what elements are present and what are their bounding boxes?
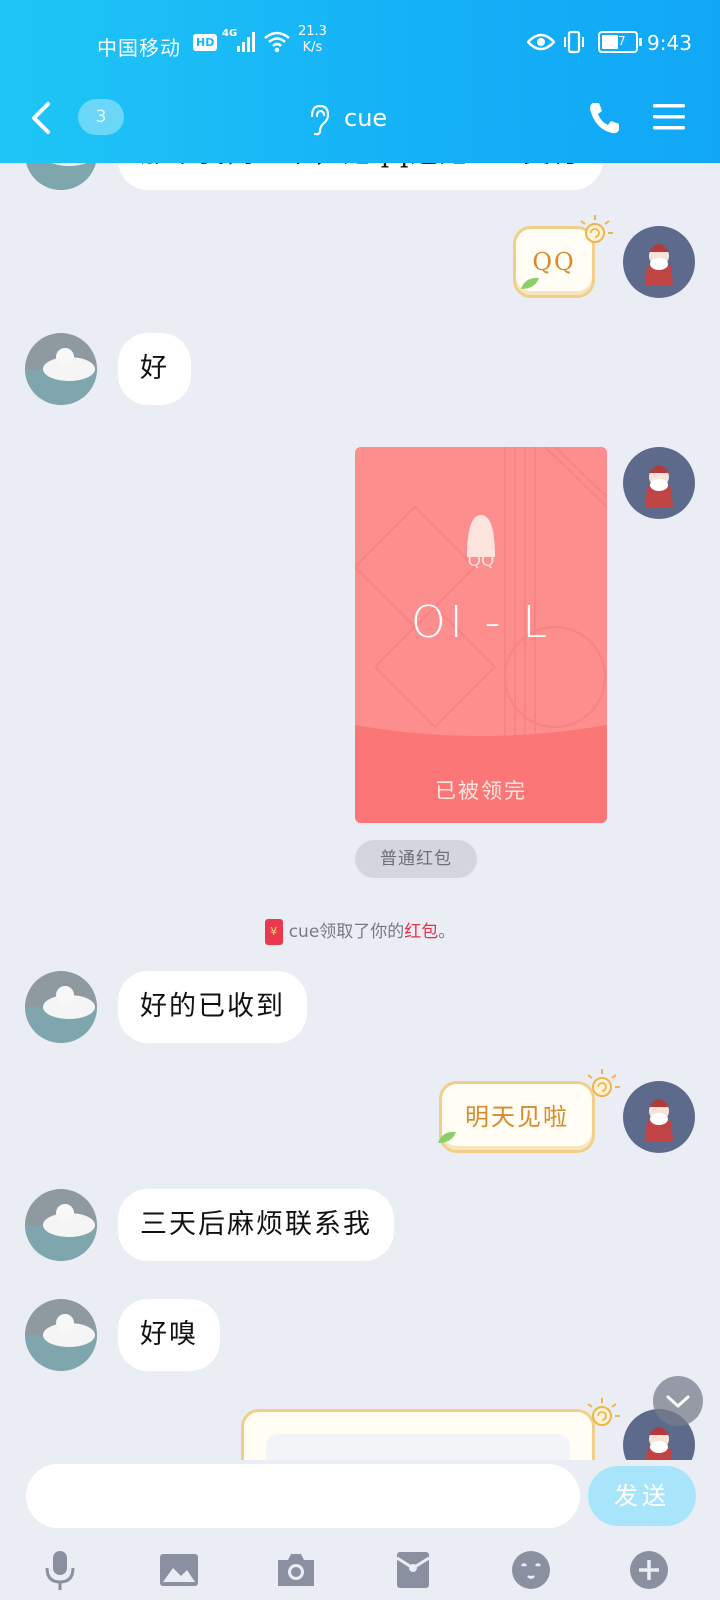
contact-avatar[interactable] [25,1299,97,1371]
system-message: ¥ cue领取了你的红包。 [0,917,720,945]
cat-avatar-image [25,1299,97,1371]
phone-icon[interactable] [587,100,621,136]
red-packet-icon[interactable] [391,1548,435,1592]
cat-avatar-image [25,971,97,1043]
battery-nub [639,38,642,46]
message-input[interactable] [26,1464,580,1528]
cat-avatar-image [25,1189,97,1261]
contact-avatar[interactable] [25,1189,97,1261]
network-type: 4G [222,28,238,39]
input-bar: 发送 [0,1460,720,1600]
carrier-name: 中国移动 [97,36,181,60]
chat-title: cue [344,104,388,132]
cat-avatar-image [25,333,97,405]
my-avatar[interactable] [623,1081,695,1153]
message-bubble-received[interactable]: 好 [118,333,191,405]
message-bubble-received[interactable]: 三天后麻烦联系我 [118,1189,394,1261]
message-bubble-received[interactable]: 好嗅 [118,1299,220,1371]
my-avatar[interactable] [623,447,695,519]
chevron-left-icon[interactable] [26,98,56,138]
chat-header: 中国移动 HD 4G 21.3 K/s 47 9:43 3 cue [0,0,720,163]
santa-avatar-image [623,226,695,298]
red-packet-link[interactable]: 红包 [404,922,438,942]
sun-decoration-icon [587,1069,620,1097]
image-icon[interactable] [157,1548,201,1592]
vibrate-icon [564,30,584,54]
message-list[interactable]: 那个我问一下，是qq还是ZfB支付 QQ 好 [0,163,720,1460]
red-packet-brand: QQ [467,551,495,571]
unread-count-badge[interactable]: 3 [78,99,124,135]
contact-avatar[interactable] [25,163,97,190]
scroll-to-bottom-button[interactable] [653,1376,703,1426]
speed-value: 21.3 [298,24,327,39]
system-message-end: 。 [438,922,456,942]
battery-indicator: 47 [598,31,642,53]
message-bubble-received[interactable]: 那个我问一下，是qq还是ZfB支付 [118,163,604,190]
sticker-message-sent[interactable] [241,1409,595,1460]
system-message-text: cue领取了你的 [288,922,405,942]
clock: 9:43 [647,31,692,55]
quoted-card [266,1434,570,1460]
contact-avatar[interactable] [25,333,97,405]
battery-level: 47 [610,34,626,48]
send-button[interactable]: 发送 [588,1466,696,1526]
plus-icon[interactable] [627,1548,671,1592]
red-packet-card[interactable]: QQ OI - L 已被领完 [355,447,607,823]
red-packet-icon: ¥ [264,919,283,945]
wifi-icon [264,31,290,53]
contact-avatar[interactable] [25,971,97,1043]
emoji-icon[interactable] [509,1548,553,1592]
my-avatar[interactable] [623,226,695,298]
hd-badge: HD [193,34,218,51]
chevron-down-icon [666,1395,690,1408]
leaf-decoration-icon [521,277,539,289]
message-bubble-received[interactable]: 好的已收到 [118,971,307,1043]
network-speed: 21.3 K/s [298,24,327,56]
sticker-message-sent[interactable]: 明天见啦 [439,1081,595,1153]
signal-icon [237,32,255,52]
speed-unit: K/s [302,40,323,55]
red-packet-code: OI - L [411,597,551,648]
status-bar: 中国移动 HD 4G 21.3 K/s 47 9:43 [0,22,720,62]
microphone-icon[interactable] [38,1548,82,1592]
cat-avatar-image [25,163,97,190]
camera-icon[interactable] [274,1548,318,1592]
ear-icon[interactable] [306,104,332,136]
eye-icon [527,33,555,51]
sun-decoration-icon [587,1398,620,1426]
menu-icon[interactable] [652,102,686,132]
red-packet-type-tag: 普通红包 [355,840,477,878]
santa-avatar-image [623,1081,695,1153]
santa-avatar-image [623,447,695,519]
red-packet-status: 已被领完 [435,779,527,803]
leaf-decoration-icon [438,1131,456,1143]
sun-decoration-icon [580,215,613,243]
